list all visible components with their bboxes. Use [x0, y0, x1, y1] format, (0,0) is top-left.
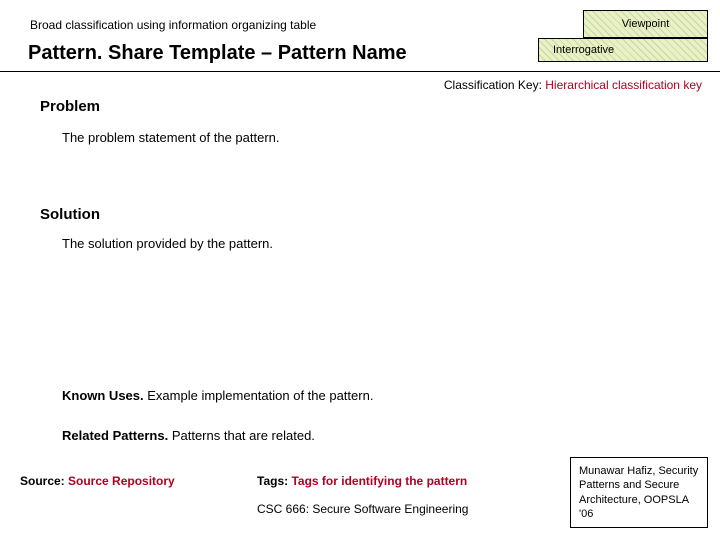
solution-heading: Solution: [40, 206, 100, 223]
problem-text: The problem statement of the pattern.: [62, 130, 280, 145]
viewpoint-box: Viewpoint: [583, 10, 708, 38]
source-label: Source:: [20, 474, 68, 488]
source-line: Source: Source Repository: [20, 474, 175, 488]
header-divider: [0, 71, 720, 72]
classification-topline: Broad classification using information o…: [30, 18, 316, 32]
related-patterns-text: Patterns that are related.: [172, 428, 315, 443]
interrogative-label: Interrogative: [553, 44, 614, 56]
tags-value: Tags for identifying the pattern: [291, 474, 467, 488]
tags-label: Tags:: [257, 474, 291, 488]
course-line: CSC 666: Secure Software Engineering: [257, 502, 468, 516]
related-patterns-line: Related Patterns. Patterns that are rela…: [62, 428, 315, 443]
problem-heading: Problem: [40, 98, 100, 115]
solution-text: The solution provided by the pattern.: [62, 236, 273, 251]
known-uses-text: Example implementation of the pattern.: [147, 388, 373, 403]
classification-key: Classification Key: Hierarchical classif…: [444, 78, 702, 92]
page-title: Pattern. Share Template – Pattern Name: [28, 42, 407, 65]
known-uses-line: Known Uses. Example implementation of th…: [62, 388, 373, 403]
source-value: Source Repository: [68, 474, 175, 488]
related-patterns-label: Related Patterns.: [62, 428, 172, 443]
interrogative-box: Interrogative: [538, 38, 708, 62]
citation-text: Munawar Hafiz, Security Patterns and Sec…: [579, 465, 698, 520]
citation-box: Munawar Hafiz, Security Patterns and Sec…: [570, 457, 708, 528]
classification-key-value: Hierarchical classification key: [545, 78, 702, 92]
classification-key-label: Classification Key:: [444, 78, 545, 92]
known-uses-label: Known Uses.: [62, 388, 147, 403]
viewpoint-label: Viewpoint: [622, 18, 670, 30]
tags-line: Tags: Tags for identifying the pattern: [257, 474, 467, 488]
